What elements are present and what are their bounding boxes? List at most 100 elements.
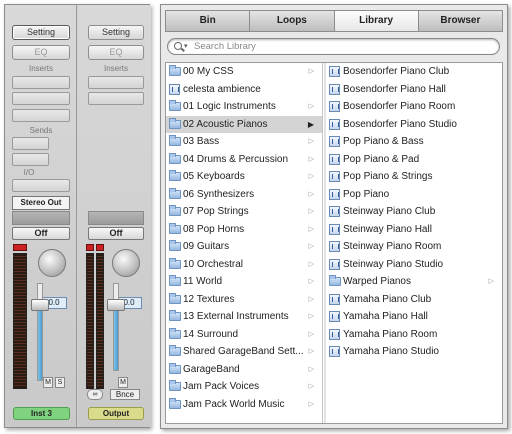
volume-fader-fill bbox=[114, 305, 118, 370]
insert-slot-2[interactable] bbox=[12, 92, 70, 105]
folder-item[interactable]: 10 Orchestral ▷ bbox=[166, 256, 322, 274]
eq-button[interactable]: EQ bbox=[12, 45, 70, 60]
patch-item[interactable]: Yamaha Piano Studio bbox=[326, 343, 502, 361]
patch-item[interactable]: Steinway Piano Club bbox=[326, 203, 502, 221]
folder-item[interactable]: Jam Pack World Music ▷ bbox=[166, 396, 322, 414]
clip-indicator-right[interactable] bbox=[96, 244, 104, 251]
bounce-button[interactable]: Bnce bbox=[110, 389, 140, 400]
insert-slot-1[interactable] bbox=[12, 76, 70, 89]
pan-knob[interactable] bbox=[38, 249, 66, 277]
folder-item[interactable]: 12 Textures ▷ bbox=[166, 291, 322, 309]
volume-fader[interactable] bbox=[107, 283, 125, 371]
patch-item[interactable]: Pop Piano bbox=[326, 186, 502, 204]
folder-item[interactable]: 01 Logic Instruments ▷ bbox=[166, 98, 322, 116]
patch-item[interactable]: Bosendorfer Piano Room bbox=[326, 98, 502, 116]
input-slot[interactable] bbox=[12, 179, 70, 192]
folder-item[interactable]: 05 Keyboards ▷ bbox=[166, 168, 322, 186]
folder-item[interactable]: 13 External Instruments ▷ bbox=[166, 308, 322, 326]
eq-button[interactable]: EQ bbox=[88, 45, 144, 60]
item-label: GarageBand bbox=[183, 363, 240, 375]
solo-button[interactable]: S bbox=[55, 377, 65, 388]
insert-slot-3[interactable] bbox=[12, 109, 70, 122]
item-label: 04 Drums & Percussion bbox=[183, 153, 289, 165]
group-slot[interactable] bbox=[88, 211, 144, 225]
disclosure-arrow-icon: ▷ bbox=[308, 103, 314, 110]
patch-item[interactable]: Steinway Piano Studio bbox=[326, 256, 502, 274]
tab-loops[interactable]: Loops bbox=[249, 10, 334, 32]
patch-item[interactable]: Yamaha Piano Club bbox=[326, 291, 502, 309]
item-label: Pop Piano bbox=[343, 188, 390, 200]
folder-item[interactable]: 14 Surround ▷ bbox=[166, 326, 322, 344]
folder-item[interactable]: 08 Pop Horns ▷ bbox=[166, 221, 322, 239]
folder-item[interactable]: Shared GarageBand Sett... ▷ bbox=[166, 343, 322, 361]
library-columns: 00 My CSS ▷ celesta ambience 01 Logic Instr… bbox=[165, 62, 503, 424]
mute-button[interactable]: M bbox=[118, 377, 128, 388]
disclosure-arrow-icon: ▷ bbox=[308, 330, 314, 338]
output-route-button[interactable]: Stereo Out bbox=[12, 196, 70, 210]
patch-item[interactable]: Bosendorfer Piano Hall bbox=[326, 81, 502, 99]
item-label: 05 Keyboards bbox=[183, 171, 245, 182]
link-icon[interactable]: ∞ bbox=[87, 389, 103, 400]
folder-icon bbox=[169, 397, 181, 409]
folder-item[interactable]: 03 Bass ▷ bbox=[166, 133, 322, 151]
folder-item[interactable]: 00 My CSS ▷ bbox=[166, 63, 322, 81]
patch-icon bbox=[329, 188, 340, 200]
tab-bin[interactable]: Bin bbox=[165, 10, 250, 32]
track-name-label[interactable]: Output bbox=[88, 407, 144, 420]
clip-indicator[interactable] bbox=[13, 244, 27, 251]
automation-mode-button[interactable]: Off bbox=[88, 227, 144, 240]
folder-item[interactable]: 11 World ▷ bbox=[166, 273, 322, 291]
patch-item[interactable]: Yamaha Piano Room bbox=[326, 326, 502, 344]
setting-button[interactable]: Setting bbox=[88, 25, 144, 40]
patch-icon bbox=[329, 171, 340, 182]
folder-item[interactable]: 09 Guitars ▷ bbox=[166, 238, 322, 256]
search-field[interactable]: ▾ bbox=[167, 38, 500, 55]
volume-fader-handle[interactable] bbox=[31, 299, 49, 311]
folder-item[interactable]: 04 Drums & Percussion ▷ bbox=[166, 151, 322, 169]
folder-item[interactable]: 02 Acoustic Pianos ▶ bbox=[166, 115, 322, 133]
disclosure-arrow-icon: ▷ bbox=[308, 383, 314, 390]
patch-item[interactable]: Steinway Piano Hall bbox=[326, 221, 502, 239]
track-name-label[interactable]: Inst 3 bbox=[13, 407, 70, 420]
chevron-down-icon[interactable]: ▾ bbox=[184, 42, 188, 50]
patch-item[interactable]: Steinway Piano Room bbox=[326, 238, 502, 256]
insert-slot-2[interactable] bbox=[88, 92, 144, 105]
search-input[interactable] bbox=[194, 40, 444, 53]
send-slot-2[interactable] bbox=[12, 153, 49, 166]
folder-icon bbox=[169, 187, 181, 199]
pan-knob[interactable] bbox=[112, 249, 140, 277]
patch-icon bbox=[329, 101, 340, 112]
patch-item[interactable]: Yamaha Piano Hall bbox=[326, 308, 502, 326]
item-label: Bosendorfer Piano Hall bbox=[343, 83, 446, 95]
mute-button[interactable]: M bbox=[43, 377, 53, 388]
channel-strip-output: Setting EQ Inserts Off 0.0 M ∞ Bnce Outp… bbox=[78, 5, 151, 427]
setting-button[interactable]: Setting bbox=[12, 25, 70, 40]
insert-slot-1[interactable] bbox=[88, 76, 144, 89]
search-icon[interactable] bbox=[174, 42, 182, 50]
folder-item[interactable]: 07 Pop Strings ▷ bbox=[166, 203, 322, 221]
volume-fader-handle[interactable] bbox=[107, 299, 125, 311]
patch-column[interactable]: Bosendorfer Piano Club Bosendorfer Piano … bbox=[326, 63, 502, 423]
folder-item[interactable]: 06 Synthesizers ▷ bbox=[166, 186, 322, 204]
clip-indicator-left[interactable] bbox=[86, 244, 94, 251]
patch-item[interactable]: celesta ambience bbox=[166, 81, 322, 99]
item-label: Steinway Piano Room bbox=[343, 241, 442, 252]
category-column[interactable]: 00 My CSS ▷ celesta ambience 01 Logic Instr… bbox=[166, 63, 323, 423]
volume-fader[interactable] bbox=[31, 283, 49, 381]
folder-icon bbox=[169, 152, 181, 164]
tab-library[interactable]: Library bbox=[333, 10, 418, 32]
patch-item[interactable]: Pop Piano & Bass bbox=[326, 133, 502, 151]
patch-item[interactable]: Bosendorfer Piano Studio bbox=[326, 116, 502, 134]
folder-item[interactable]: Warped Pianos ▷ bbox=[326, 273, 502, 291]
patch-item[interactable]: Pop Piano & Strings bbox=[326, 168, 502, 186]
folder-item[interactable]: Jam Pack Voices ▷ bbox=[166, 378, 322, 396]
folder-icon bbox=[169, 292, 181, 304]
tab-browser[interactable]: Browser bbox=[417, 10, 503, 32]
disclosure-arrow-icon: ▷ bbox=[308, 313, 314, 320]
patch-item[interactable]: Bosendorfer Piano Club bbox=[326, 63, 502, 81]
send-slot-1[interactable] bbox=[12, 137, 49, 150]
group-slot[interactable] bbox=[12, 211, 70, 225]
automation-mode-button[interactable]: Off bbox=[12, 227, 70, 240]
patch-item[interactable]: Pop Piano & Pad bbox=[326, 151, 502, 169]
folder-item[interactable]: GarageBand ▷ bbox=[166, 361, 322, 379]
